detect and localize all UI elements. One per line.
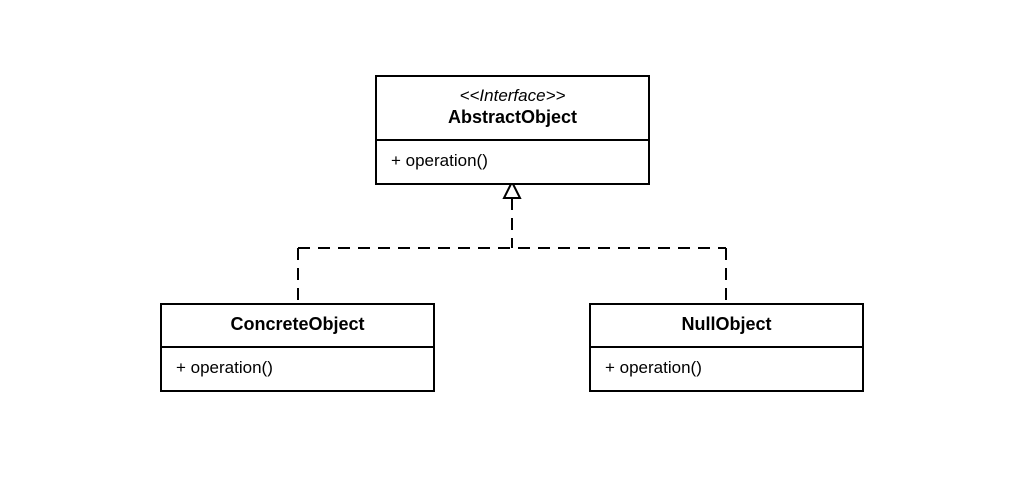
class-name-abstract: AbstractObject xyxy=(387,106,638,129)
class-header-abstract: <<Interface>> AbstractObject xyxy=(377,77,648,141)
uml-diagram: <<Interface>> AbstractObject + operation… xyxy=(0,0,1024,501)
operation-abstract: + operation() xyxy=(377,141,648,183)
class-name-concrete: ConcreteObject xyxy=(172,313,423,336)
class-name-null: NullObject xyxy=(601,313,852,336)
operation-concrete: + operation() xyxy=(162,348,433,390)
class-null-object: NullObject + operation() xyxy=(589,303,864,392)
class-header-null: NullObject xyxy=(591,305,862,348)
class-header-concrete: ConcreteObject xyxy=(162,305,433,348)
operation-null: + operation() xyxy=(591,348,862,390)
stereotype-label: <<Interface>> xyxy=(387,85,638,106)
class-abstract-object: <<Interface>> AbstractObject + operation… xyxy=(375,75,650,185)
class-concrete-object: ConcreteObject + operation() xyxy=(160,303,435,392)
